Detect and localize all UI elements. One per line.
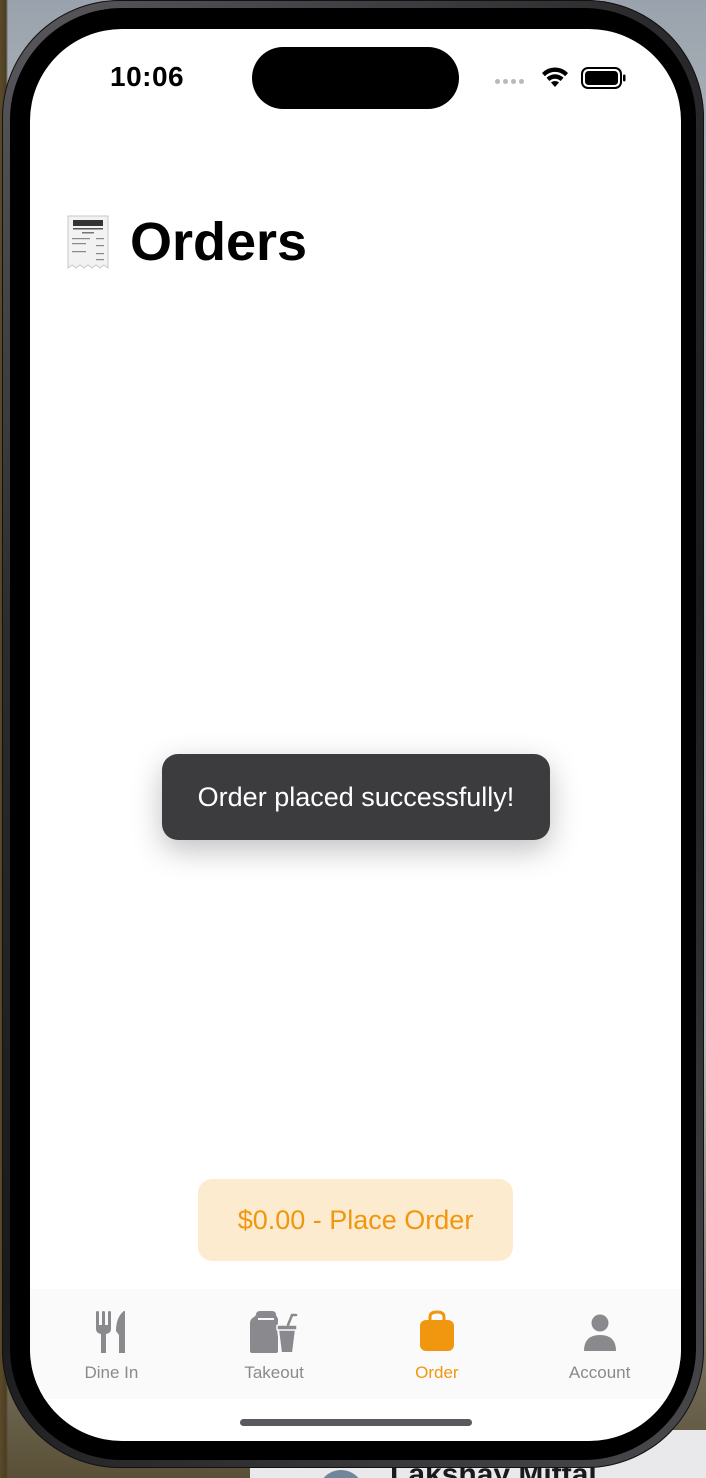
tab-order[interactable]: Order xyxy=(356,1289,519,1399)
place-order-button[interactable]: $0.00 - Place Order xyxy=(198,1179,513,1261)
dynamic-island xyxy=(252,47,459,109)
toast-notification: Order placed successfully! xyxy=(162,754,550,840)
tab-label-dine-in: Dine In xyxy=(84,1363,139,1382)
bag-icon xyxy=(419,1310,454,1351)
tab-bar: Dine In Takeout Order Account xyxy=(30,1289,681,1399)
page-title: Orders xyxy=(130,212,308,272)
place-order-label: $0.00 - Place Order xyxy=(237,1204,474,1235)
tab-label-order: Order xyxy=(415,1363,459,1382)
status-indicators xyxy=(495,65,630,95)
person-icon xyxy=(583,1314,616,1351)
page-header: Orders xyxy=(66,211,307,273)
cellular-signal-icon xyxy=(495,79,527,84)
home-indicator[interactable] xyxy=(240,1419,472,1426)
tab-account[interactable]: Account xyxy=(518,1289,681,1399)
takeout-bag-cup-icon xyxy=(250,1311,298,1354)
tab-takeout[interactable]: Takeout xyxy=(193,1289,356,1399)
battery-icon xyxy=(581,67,626,89)
tab-label-account: Account xyxy=(568,1363,631,1382)
phone-screen: 10:06 Orders Order placed successfully! … xyxy=(30,29,681,1441)
receipt-icon xyxy=(67,215,109,269)
wifi-icon xyxy=(542,67,568,87)
toast-message: Order placed successfully! xyxy=(197,781,515,812)
tab-label-takeout: Takeout xyxy=(244,1363,304,1382)
tab-dine-in[interactable]: Dine In xyxy=(30,1289,193,1399)
status-time: 10:06 xyxy=(110,61,185,92)
fork-knife-icon xyxy=(96,1311,126,1353)
